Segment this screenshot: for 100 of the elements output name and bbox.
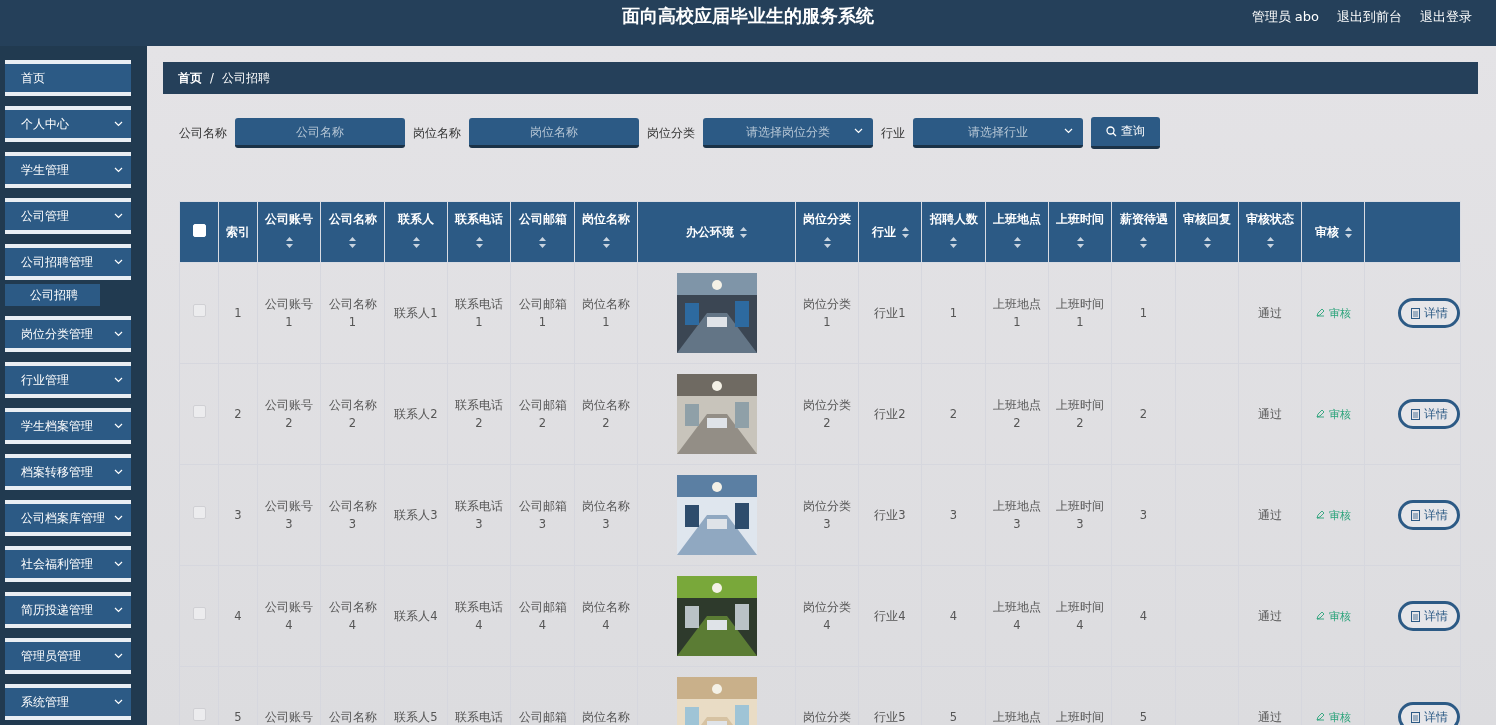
column-header[interactable]: 联系人: [398, 212, 434, 227]
detail-button[interactable]: 详情: [1398, 500, 1460, 530]
table-cell: 岗位名称2: [582, 398, 630, 430]
sidebar-item[interactable]: 学生管理: [5, 152, 131, 188]
table-cell: 4: [234, 609, 242, 623]
sidebar-item[interactable]: 公司档案库管理: [5, 500, 131, 536]
filter-label: 公司名称: [179, 125, 227, 141]
sidebar-item[interactable]: 首页: [5, 60, 131, 96]
chevron-down-icon: [114, 167, 123, 173]
table-cell: 4: [949, 609, 958, 623]
header-link[interactable]: 退出到前台: [1337, 8, 1402, 26]
table-cell: 公司账号2: [265, 398, 313, 430]
filter-label: 岗位分类: [647, 125, 695, 141]
sidebar-item[interactable]: 档案转移管理: [5, 454, 131, 490]
table-cell: 3: [949, 508, 958, 522]
sidebar-item[interactable]: 个人中心: [5, 106, 131, 142]
select-field[interactable]: 请选择岗位分类: [703, 118, 873, 148]
column-header[interactable]: 公司账号: [265, 212, 313, 227]
sidebar-item[interactable]: 管理员管理: [5, 638, 131, 674]
column-header[interactable]: 联系电话: [455, 212, 503, 227]
sort-icon: [1013, 237, 1021, 248]
table-cell: 通过: [1258, 609, 1282, 623]
search-button[interactable]: 查询: [1091, 117, 1160, 149]
table-cell: 行业2: [874, 407, 906, 421]
table-cell: 行业5: [874, 710, 906, 724]
sort-icon: [823, 237, 831, 248]
column-header: 索引: [225, 224, 251, 240]
column-header[interactable]: 公司邮箱: [518, 212, 567, 227]
sidebar-item[interactable]: 公司管理: [5, 198, 131, 234]
chevron-down-icon: [114, 377, 123, 383]
detail-button[interactable]: 详情: [1398, 298, 1460, 328]
column-header[interactable]: 行业: [871, 224, 896, 240]
chevron-down-icon: [1064, 128, 1073, 134]
filter-label: 岗位名称: [413, 125, 461, 141]
column-header[interactable]: 岗位分类: [803, 212, 851, 227]
filter-label: 行业: [881, 125, 905, 141]
table-cell: 公司账号: [265, 710, 313, 724]
table-cell: 上班时间: [1056, 710, 1104, 724]
sidebar-item[interactable]: 系统管理: [5, 684, 131, 720]
row-checkbox[interactable]: [192, 405, 206, 418]
table-cell: 上班地点1: [993, 297, 1041, 329]
table-cell: 行业1: [874, 306, 906, 320]
breadcrumb-link[interactable]: 首页: [178, 70, 202, 86]
detail-button[interactable]: 详情: [1398, 702, 1460, 725]
detail-button[interactable]: 详情: [1398, 399, 1460, 429]
column-header[interactable]: 岗位名称: [582, 212, 630, 227]
table-cell: 联系电话: [455, 710, 503, 724]
sidebar-item[interactable]: 简历投递管理: [5, 592, 131, 628]
table-cell: 公司邮箱4: [518, 600, 567, 632]
row-checkbox[interactable]: [192, 708, 206, 721]
chevron-down-icon: [114, 331, 123, 337]
sidebar-item[interactable]: 岗位分类管理: [5, 316, 131, 352]
column-header[interactable]: 上班地点: [993, 212, 1041, 227]
sidebar-item[interactable]: 行业管理: [5, 362, 131, 398]
sort-icon: [349, 237, 356, 248]
input-field[interactable]: 公司名称: [235, 118, 405, 148]
sidebar-item[interactable]: 社会福利管理: [5, 546, 131, 582]
pencil-icon: [1315, 611, 1325, 621]
sort-icon: [1140, 237, 1147, 248]
row-checkbox[interactable]: [192, 607, 206, 620]
column-header[interactable]: 薪资待遇: [1119, 212, 1168, 227]
column-header[interactable]: 上班时间: [1056, 212, 1104, 227]
detail-button[interactable]: 详情: [1398, 601, 1460, 631]
table-cell: 2: [1139, 407, 1148, 421]
select-all-checkbox[interactable]: [192, 224, 206, 237]
table-cell: 通过: [1258, 306, 1282, 320]
header-link[interactable]: 退出登录: [1420, 8, 1472, 26]
select-field[interactable]: 请选择行业: [913, 118, 1083, 148]
table-cell: 上班时间4: [1056, 600, 1104, 632]
column-header[interactable]: 审核: [1314, 224, 1339, 240]
column-header[interactable]: 办公环境: [686, 224, 734, 240]
row-checkbox[interactable]: [192, 304, 206, 317]
column-header[interactable]: 审核回复: [1183, 212, 1231, 227]
document-icon: [1410, 509, 1420, 521]
sidebar-item[interactable]: 公司招聘管理: [5, 244, 131, 280]
sort-icon: [602, 237, 610, 248]
table-cell: 行业3: [874, 508, 906, 522]
column-header[interactable]: 审核状态: [1246, 212, 1294, 227]
pencil-icon: [1315, 712, 1325, 722]
sidebar-subitem[interactable]: 公司招聘: [5, 284, 100, 306]
row-checkbox[interactable]: [192, 506, 206, 519]
table-cell: 联系电话2: [455, 398, 503, 430]
sort-icon: [901, 226, 909, 238]
table-cell: 岗位分类: [803, 710, 851, 724]
header-link[interactable]: 管理员 abo: [1251, 8, 1319, 26]
table-cell: 上班时间2: [1056, 398, 1104, 430]
column-header[interactable]: 公司名称: [328, 212, 377, 227]
breadcrumb-separator: /: [210, 71, 214, 85]
sort-icon: [740, 226, 747, 238]
column-header[interactable]: 招聘人数: [929, 212, 978, 227]
table-cell: 联系人1: [394, 306, 438, 320]
table-cell: 公司邮箱1: [518, 297, 567, 329]
input-field[interactable]: 岗位名称: [469, 118, 639, 148]
app-title: 面向高校应届毕业生的服务系统: [622, 4, 874, 28]
sidebar-item[interactable]: 学生档案管理: [5, 408, 131, 444]
table-cell: 通过: [1258, 508, 1282, 522]
table-cell: 公司名称1: [328, 297, 377, 329]
table-cell: 公司名称: [328, 710, 377, 724]
breadcrumb-link[interactable]: 公司招聘: [221, 70, 270, 86]
table-cell: 联系电话3: [455, 499, 503, 531]
